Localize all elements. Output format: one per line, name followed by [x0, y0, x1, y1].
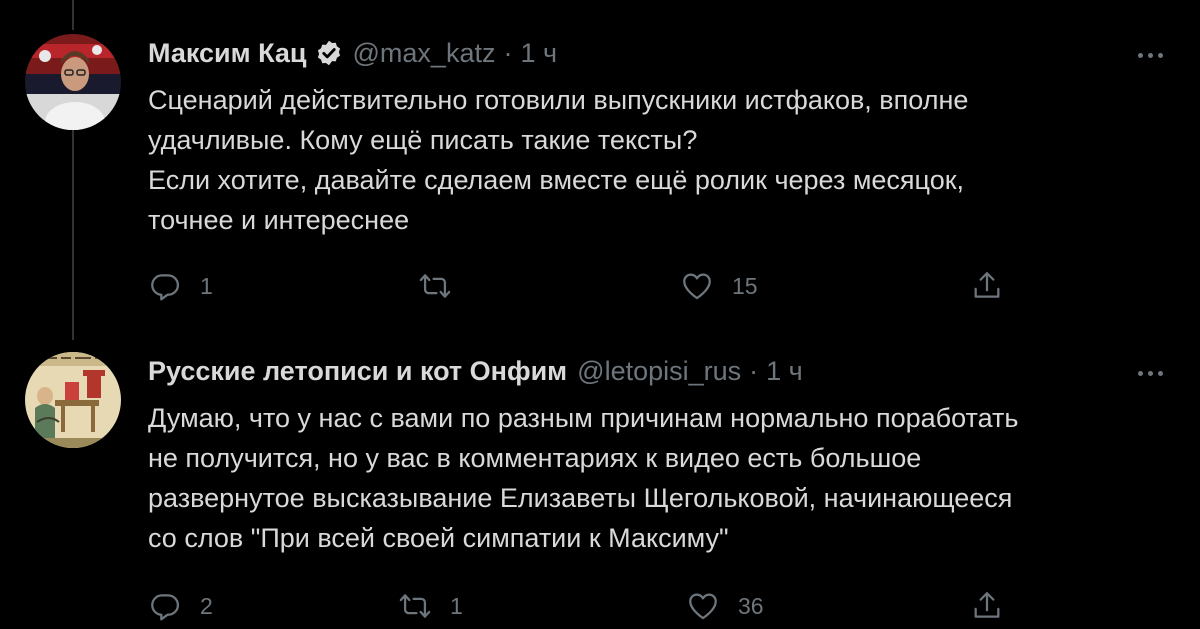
author-name[interactable]: Максим Кац	[148, 38, 307, 69]
author-name[interactable]: Русские летописи и кот Онфим	[148, 356, 567, 387]
heart-icon	[689, 593, 717, 620]
share-icon	[974, 592, 1000, 618]
tweet-header: Максим Кац @max_katz · 1 ч	[148, 36, 557, 70]
timestamp[interactable]: 1 ч	[520, 38, 557, 69]
more-icon[interactable]	[1130, 40, 1170, 70]
like-button[interactable]: 15	[680, 266, 758, 306]
retweet-count: 1	[450, 592, 463, 619]
tweet-text-line: не получится, но у вас в комментариях к …	[148, 443, 922, 473]
retweet-icon	[399, 594, 431, 618]
action-bar: 2 1 36	[148, 586, 1048, 626]
tweet[interactable]: Русские летописи и кот Онфим @letopisi_r…	[0, 340, 1200, 629]
share-icon	[974, 272, 1000, 298]
reply-button[interactable]: 2	[148, 586, 213, 626]
reply-button[interactable]: 1	[148, 266, 213, 306]
avatar[interactable]	[25, 34, 121, 130]
tweet-text-line: Думаю, что у нас с вами по разным причин…	[148, 403, 1019, 433]
timestamp[interactable]: 1 ч	[766, 356, 803, 387]
like-count: 15	[732, 272, 758, 299]
tweet-text-line: со слов "При всей своей симпатии к Макси…	[148, 523, 729, 553]
share-button[interactable]	[970, 586, 1004, 626]
reply-icon	[151, 274, 180, 301]
reply-icon	[151, 594, 180, 621]
author-handle[interactable]: @letopisi_rus	[577, 356, 741, 387]
reply-count: 2	[200, 592, 213, 619]
tweet[interactable]: Максим Кац @max_katz · 1 ч Сценарий дейс…	[0, 0, 1200, 330]
tweet-header: Русские летописи и кот Онфим @letopisi_r…	[148, 354, 803, 388]
tweet-text-line: удачливые. Кому ещё писать такие тексты?	[148, 125, 698, 155]
tweet-text-line: развернутое высказывание Елизаветы Щегол…	[148, 483, 1013, 513]
separator-dot: ·	[503, 37, 513, 68]
like-button[interactable]: 36	[686, 586, 764, 626]
like-count: 36	[738, 592, 764, 619]
more-icon[interactable]	[1130, 358, 1170, 388]
action-bar: 1 15	[148, 266, 1048, 306]
tweet-text-line: Сценарий действительно готовили выпускни…	[148, 85, 969, 115]
author-handle[interactable]: @max_katz	[353, 38, 496, 69]
avatar[interactable]	[25, 352, 121, 448]
verified-badge-icon	[315, 39, 343, 67]
tweet-text: Думаю, что у нас с вами по разным причин…	[148, 398, 1168, 558]
tweet-text: Сценарий действительно готовили выпускни…	[148, 80, 1168, 240]
tweet-text-line: Если хотите, давайте сделаем вместе ещё …	[148, 165, 965, 195]
retweet-button[interactable]: 1	[398, 586, 463, 626]
separator-dot: ·	[749, 355, 759, 386]
heart-icon	[683, 273, 711, 300]
retweet-icon	[419, 274, 451, 298]
retweet-button[interactable]	[418, 266, 470, 306]
tweet-text-line: точнее и интереснее	[148, 205, 410, 235]
share-button[interactable]	[970, 266, 1004, 306]
reply-count: 1	[200, 272, 213, 299]
